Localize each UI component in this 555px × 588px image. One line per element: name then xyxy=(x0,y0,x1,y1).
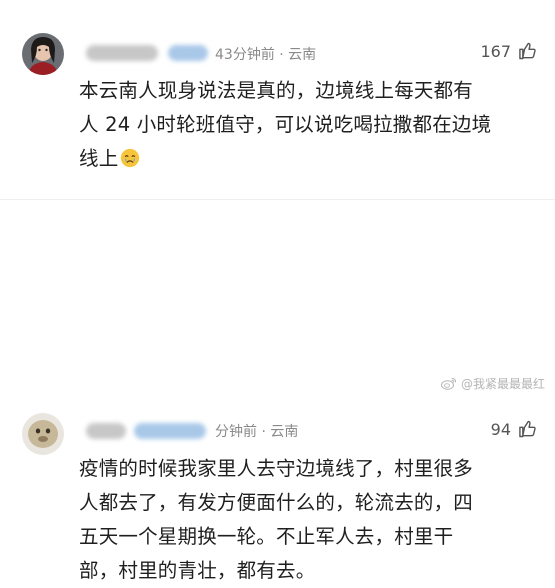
weibo-logo-icon xyxy=(440,378,456,390)
watermark-text: @我紧最最最红 xyxy=(460,377,545,391)
comment-line: 线上 xyxy=(79,147,119,170)
crying-face-icon xyxy=(121,148,140,168)
avatar-image xyxy=(22,33,64,75)
comment-line: 本云南人现身说法是真的，边境线上每天都有 xyxy=(79,79,474,102)
comment-line: 五天一个星期换一轮。不止军人去，村里干 xyxy=(79,525,454,548)
like-count: 167 xyxy=(480,41,511,61)
comment-text: 本云南人现身说法是真的，边境线上每天都有 人 24 小时轮班值守，可以说吃喝拉撒… xyxy=(79,74,519,176)
blurred-username xyxy=(86,45,158,61)
blurred-username xyxy=(86,423,126,439)
comment-item: 分钟前 · 云南 94 疫情的时候我家里人去守边境线了，村里很多 人都去了，有发… xyxy=(0,200,555,582)
comment-line: 人都去了，有发方便面什么的，轮流去的，四 xyxy=(79,491,474,514)
avatar[interactable] xyxy=(22,33,64,75)
comment-time-location: 分钟前 · 云南 xyxy=(215,424,299,440)
comment-text: 疫情的时候我家里人去守边境线了，村里很多 人都去了，有发方便面什么的，轮流去的，… xyxy=(79,452,519,588)
blurred-user-badge xyxy=(134,423,206,439)
like-button[interactable]: 167 xyxy=(480,41,537,61)
comment-line: 人 24 小时轮班值守，可以说吃喝拉撒都在边境 xyxy=(79,113,492,136)
thumbs-up-icon xyxy=(519,420,536,438)
comment-line: 部，村里的青壮，都有去。 xyxy=(79,559,316,582)
comment-line: 疫情的时候我家里人去守边境线了，村里很多 xyxy=(79,457,474,480)
watermark: @我紧最最最红 xyxy=(440,375,545,392)
like-count: 94 xyxy=(490,419,511,439)
thumbs-up-icon xyxy=(519,42,536,60)
blurred-user-badge xyxy=(168,45,208,61)
comment-item: 43分钟前 · 云南 167 本云南人现身说法是真的，边境线上每天都有 人 24… xyxy=(0,0,555,200)
comment-line-wrapper: 线上 xyxy=(79,142,519,176)
avatar-image xyxy=(22,413,64,455)
comment-time-location: 43分钟前 · 云南 xyxy=(215,47,317,63)
avatar[interactable] xyxy=(22,413,64,455)
like-button[interactable]: 94 xyxy=(491,419,537,439)
